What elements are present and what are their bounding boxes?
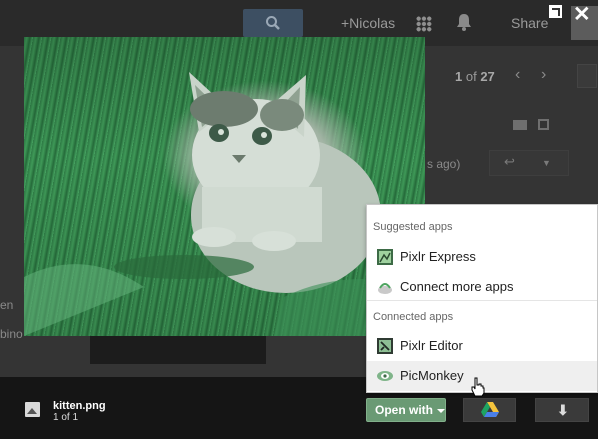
gear-icon <box>577 64 597 88</box>
pixlr-editor-icon <box>377 338 393 354</box>
pager-current: 1 <box>455 69 463 84</box>
menu-divider <box>367 300 597 301</box>
menu-item-label: Pixlr Express <box>400 249 476 264</box>
reply-button-group: ↩ ▼ <box>489 150 569 176</box>
kitten-illustration <box>24 72 425 336</box>
save-to-drive-button[interactable] <box>463 398 516 422</box>
sidebar-fragment: bino <box>0 327 23 341</box>
google-drive-icon <box>481 402 499 417</box>
user-name-link: +Nicolas <box>341 15 396 31</box>
menu-item-label: PicMonkey <box>400 368 464 383</box>
connect-apps-icon <box>378 283 392 294</box>
pager-total: 27 <box>480 69 495 84</box>
menu-item-pixlr-editor[interactable]: Pixlr Editor <box>367 331 597 361</box>
apps-grid-icon <box>416 16 432 32</box>
background-block <box>90 336 266 364</box>
reply-icon: ↩ <box>504 154 515 169</box>
chevron-down-icon: ▼ <box>542 158 551 168</box>
menu-item-label: Connect more apps <box>400 279 514 294</box>
message-time: s ago) <box>427 157 461 171</box>
file-name: kitten.png <box>53 400 106 412</box>
print-icon <box>513 120 527 130</box>
close-icon[interactable]: ✕ <box>573 2 591 27</box>
share-button: Share <box>511 15 549 31</box>
notifications-bell-icon <box>457 14 471 31</box>
pop-out-icon[interactable] <box>549 5 562 18</box>
new-window-icon <box>538 119 549 130</box>
pagination-text: 1 of 27 <box>455 69 495 84</box>
hand-cursor-icon <box>471 377 485 397</box>
image-preview <box>24 37 425 336</box>
open-with-label: Open with <box>375 403 433 417</box>
image-file-icon <box>25 402 40 417</box>
suggested-apps-heading: Suggested apps <box>373 221 453 233</box>
download-icon: ⬇ <box>557 402 569 418</box>
search-button <box>243 9 303 37</box>
pager-of: of <box>465 69 477 84</box>
caret-down-icon <box>437 408 445 413</box>
search-icon <box>266 16 280 30</box>
menu-item-label: Pixlr Editor <box>400 338 463 353</box>
file-count: 1 of 1 <box>53 412 79 423</box>
chevron-right-icon: › <box>541 66 547 83</box>
connected-apps-heading: Connected apps <box>373 311 454 323</box>
download-button[interactable]: ⬇ <box>535 398 589 422</box>
open-with-menu: Suggested apps Pixlr Express Connect mor… <box>366 204 598 393</box>
sidebar-fragment: en <box>0 298 14 312</box>
picmonkey-icon <box>377 371 393 381</box>
menu-item-pixlr-express[interactable]: Pixlr Express <box>367 242 597 272</box>
chevron-left-icon: ‹ <box>515 66 521 83</box>
menu-item-connect-more-apps[interactable]: Connect more apps <box>367 272 597 302</box>
open-with-button[interactable]: Open with <box>366 398 446 422</box>
pixlr-express-icon <box>377 249 393 265</box>
